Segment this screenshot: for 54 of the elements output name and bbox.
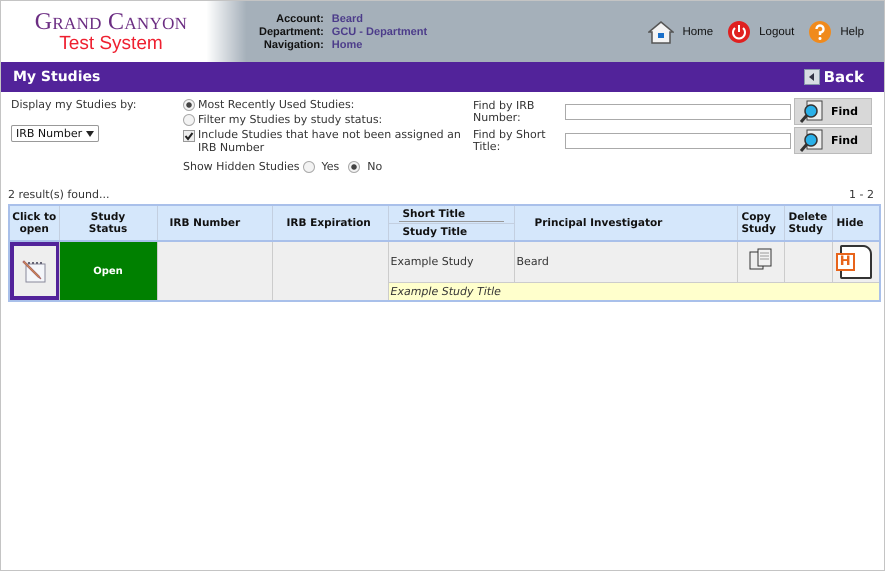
mode-radio[interactable] xyxy=(183,99,195,111)
page-title: My Studies xyxy=(13,69,100,85)
back-button[interactable]: Back xyxy=(804,68,872,86)
column-header: Hide xyxy=(832,205,880,241)
column-header: Delete Study xyxy=(784,205,832,241)
search-label: Find by Short Title: xyxy=(473,128,547,152)
mode-label: Most Recently Used Studies: xyxy=(198,98,354,111)
logo-title: Grand Canyon xyxy=(34,10,188,34)
header-link[interactable]: Home xyxy=(682,26,714,38)
info-value: GCU - Department xyxy=(332,26,428,38)
column-header: Copy Study xyxy=(737,205,784,241)
table-cell: Example Study xyxy=(388,241,514,282)
info-value: Home xyxy=(332,38,364,50)
house-icon[interactable] xyxy=(648,20,674,44)
magnifier-icon xyxy=(799,128,825,152)
hidden-radio[interactable] xyxy=(302,161,315,173)
open-study-button[interactable] xyxy=(10,242,60,300)
table-cell: Beard xyxy=(514,241,737,282)
include-checkbox[interactable] xyxy=(183,130,195,142)
results-count: 2 result(s) found... xyxy=(8,188,110,203)
display-by-dropdown[interactable]: IRB Number xyxy=(11,125,100,142)
hidden-option-label: Yes xyxy=(322,160,340,173)
show-hidden-label: Show Hidden Studies xyxy=(183,160,300,173)
hidden-option-label: No xyxy=(367,160,382,173)
column-header: Short Title xyxy=(388,205,514,223)
find-button[interactable]: Find xyxy=(794,127,872,154)
header-link[interactable]: Logout xyxy=(759,26,794,38)
column-header: IRB Expiration xyxy=(272,205,388,241)
display-by-label: Display my Studies by: xyxy=(11,98,138,111)
search-field[interactable] xyxy=(565,104,791,120)
study-title-cell: Example Study Title xyxy=(388,282,880,301)
column-header: Principal Investigator xyxy=(514,205,737,241)
column-header: Click to open xyxy=(9,205,59,241)
study-status-cell: Open xyxy=(59,241,157,301)
header-link[interactable]: Help xyxy=(840,26,864,38)
hidden-radio[interactable] xyxy=(348,161,360,173)
column-header: IRB Number xyxy=(157,205,272,241)
dropdown-caret-icon xyxy=(86,130,94,136)
column-header: Study Title xyxy=(388,223,514,241)
info-label: Navigation: xyxy=(262,38,324,50)
search-label: Find by IRB Number: xyxy=(473,100,536,124)
pagination-range: 1 - 2 xyxy=(849,188,874,203)
info-label: Account: xyxy=(275,12,324,24)
info-value: Beard xyxy=(332,12,364,24)
column-header: Study Status xyxy=(59,205,157,241)
find-button[interactable]: Find xyxy=(794,98,872,125)
include-label: Include Studies that have not been assigned an IRB Number xyxy=(198,128,462,154)
mode-radio[interactable] xyxy=(183,114,195,126)
search-field[interactable] xyxy=(565,132,791,148)
logo-subtitle: Test System xyxy=(59,34,163,54)
mode-label: Filter my Studies by study status: xyxy=(198,113,382,126)
power-icon[interactable] xyxy=(727,20,752,44)
info-label: Department: xyxy=(259,26,324,38)
magnifier-icon xyxy=(799,100,825,124)
